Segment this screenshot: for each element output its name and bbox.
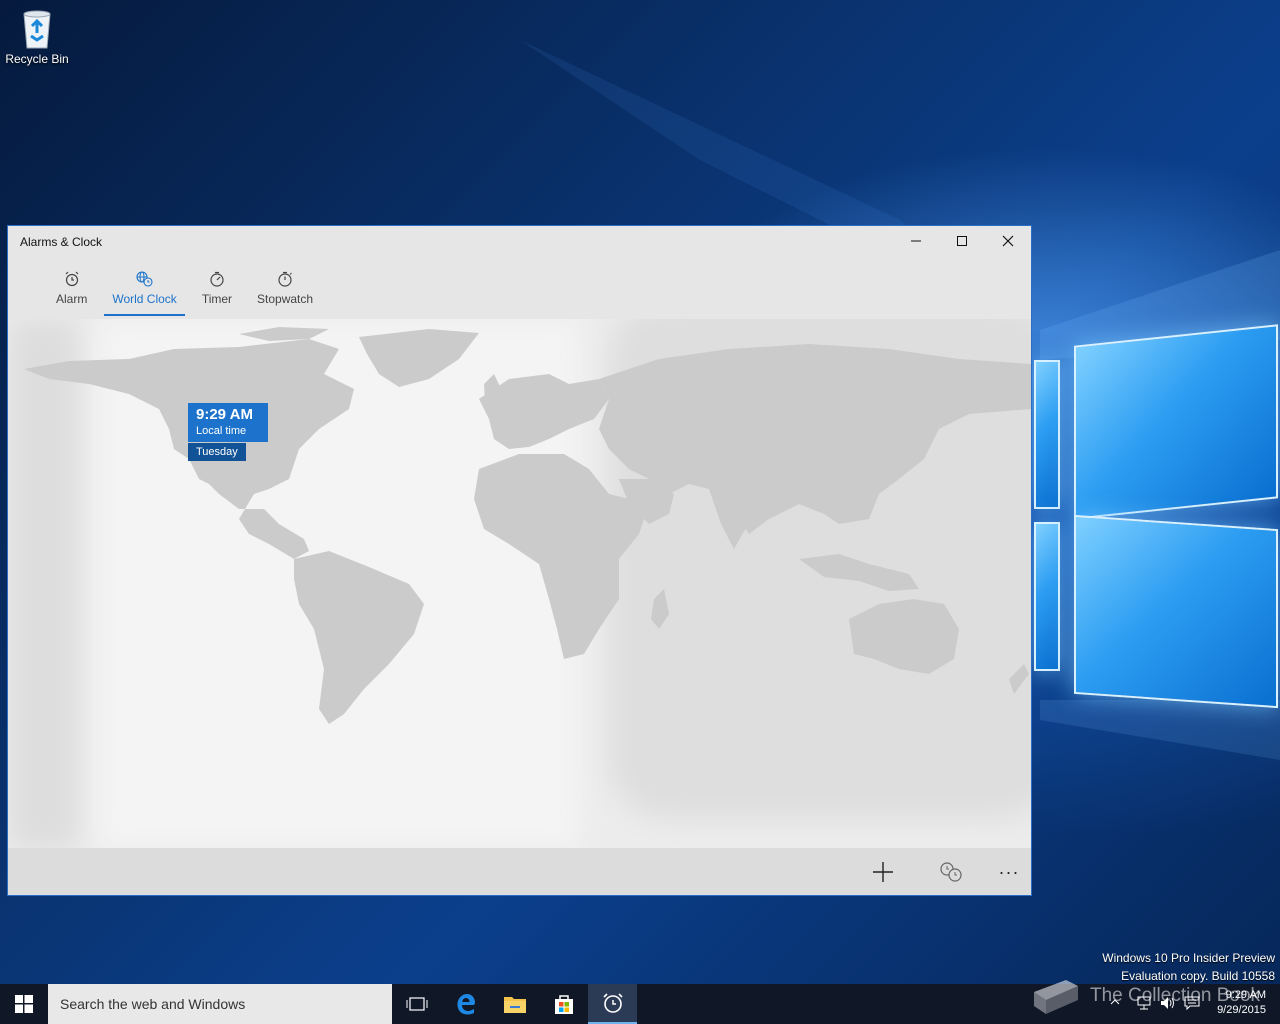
- action-center-button[interactable]: [1184, 996, 1200, 1015]
- local-time-value: 9:29 AM: [196, 406, 253, 423]
- alarms-clock-taskbar-button[interactable]: [588, 984, 637, 1024]
- tab-stopwatch[interactable]: Stopwatch: [249, 268, 321, 316]
- title-bar[interactable]: Alarms & Clock: [8, 226, 1031, 256]
- tab-bar: Alarm World Clock Timer Stopwatch: [48, 268, 1031, 316]
- folder-icon: [503, 997, 526, 1013]
- tab-timer-label: Timer: [201, 292, 233, 306]
- start-button[interactable]: [0, 984, 48, 1024]
- file-explorer-button[interactable]: [490, 984, 539, 1024]
- store-button[interactable]: [539, 984, 588, 1024]
- search-placeholder: Search the web and Windows: [60, 996, 246, 1012]
- network-icon: [1137, 996, 1151, 1010]
- add-city-button[interactable]: [868, 858, 898, 886]
- globe-clock-icon: [136, 270, 154, 288]
- more-options-button[interactable]: ···: [994, 858, 1024, 886]
- minimize-icon: [911, 240, 921, 242]
- edge-browser-icon: [457, 994, 475, 1015]
- taskbar-clock[interactable]: 9:29 AM 9/29/2015: [1217, 988, 1266, 1018]
- task-view-button[interactable]: [392, 984, 441, 1024]
- timer-icon: [209, 270, 225, 288]
- recycle-bin-desktop-icon[interactable]: Recycle Bin: [4, 6, 70, 66]
- taskbar: Search the web and Windows The Collectio…: [0, 980, 1280, 1024]
- command-bar: ···: [8, 848, 1031, 895]
- network-button[interactable]: [1136, 996, 1152, 1015]
- close-icon: [1002, 235, 1014, 247]
- tab-stopwatch-label: Stopwatch: [257, 292, 314, 306]
- world-map-graphic: [9, 319, 1031, 849]
- tab-alarm[interactable]: Alarm: [48, 268, 95, 316]
- store-icon: [554, 995, 573, 1014]
- recycle-bin-icon: [20, 8, 54, 49]
- local-time-marker[interactable]: 9:29 AM Local time Tuesday: [188, 403, 268, 461]
- minimize-button[interactable]: [893, 226, 939, 256]
- taskbar-date: 9/29/2015: [1217, 1004, 1266, 1016]
- chevron-up-icon: [1110, 999, 1120, 1005]
- recycle-bin-label: Recycle Bin: [5, 52, 69, 66]
- volume-icon: [1161, 997, 1174, 1009]
- alarm-clock-icon: [64, 270, 80, 288]
- tab-world-clock[interactable]: World Clock: [104, 268, 185, 316]
- compare-clock-icon: [940, 862, 962, 882]
- show-hidden-icons-button[interactable]: [1110, 996, 1120, 1010]
- volume-button[interactable]: [1160, 996, 1176, 1015]
- local-time-label: Local time: [196, 425, 247, 437]
- tab-timer[interactable]: Timer: [194, 268, 240, 316]
- alarm-clock-app-icon: [602, 993, 623, 1013]
- maximize-button[interactable]: [939, 226, 985, 256]
- task-view-icon: [406, 997, 427, 1011]
- local-day-label: Tuesday: [188, 443, 246, 461]
- stopwatch-icon: [277, 270, 293, 288]
- world-map[interactable]: 9:29 AM Local time Tuesday: [9, 319, 1031, 849]
- windows-logo-wallpaper: [1030, 324, 1280, 709]
- build-info-line1: Windows 10 Pro Insider Preview: [1102, 951, 1275, 965]
- plus-icon: [873, 862, 893, 882]
- tab-world-clock-label: World Clock: [112, 292, 177, 306]
- close-button[interactable]: [985, 226, 1031, 256]
- taskbar-time: 9:29 AM: [1225, 989, 1266, 1001]
- window-title: Alarms & Clock: [20, 235, 103, 249]
- windows-start-icon: [15, 995, 33, 1013]
- action-center-icon: [1184, 996, 1200, 1011]
- local-time-card: 9:29 AM Local time: [188, 403, 268, 442]
- search-box[interactable]: Search the web and Windows: [48, 984, 392, 1024]
- book-watermark-icon: [1034, 980, 1078, 1014]
- tab-alarm-label: Alarm: [56, 292, 88, 306]
- compare-button[interactable]: [936, 858, 966, 886]
- edge-button[interactable]: [441, 984, 490, 1024]
- alarms-clock-window: Alarms & Clock Alarm World Clock Timer S…: [7, 225, 1032, 896]
- maximize-icon: [957, 236, 967, 246]
